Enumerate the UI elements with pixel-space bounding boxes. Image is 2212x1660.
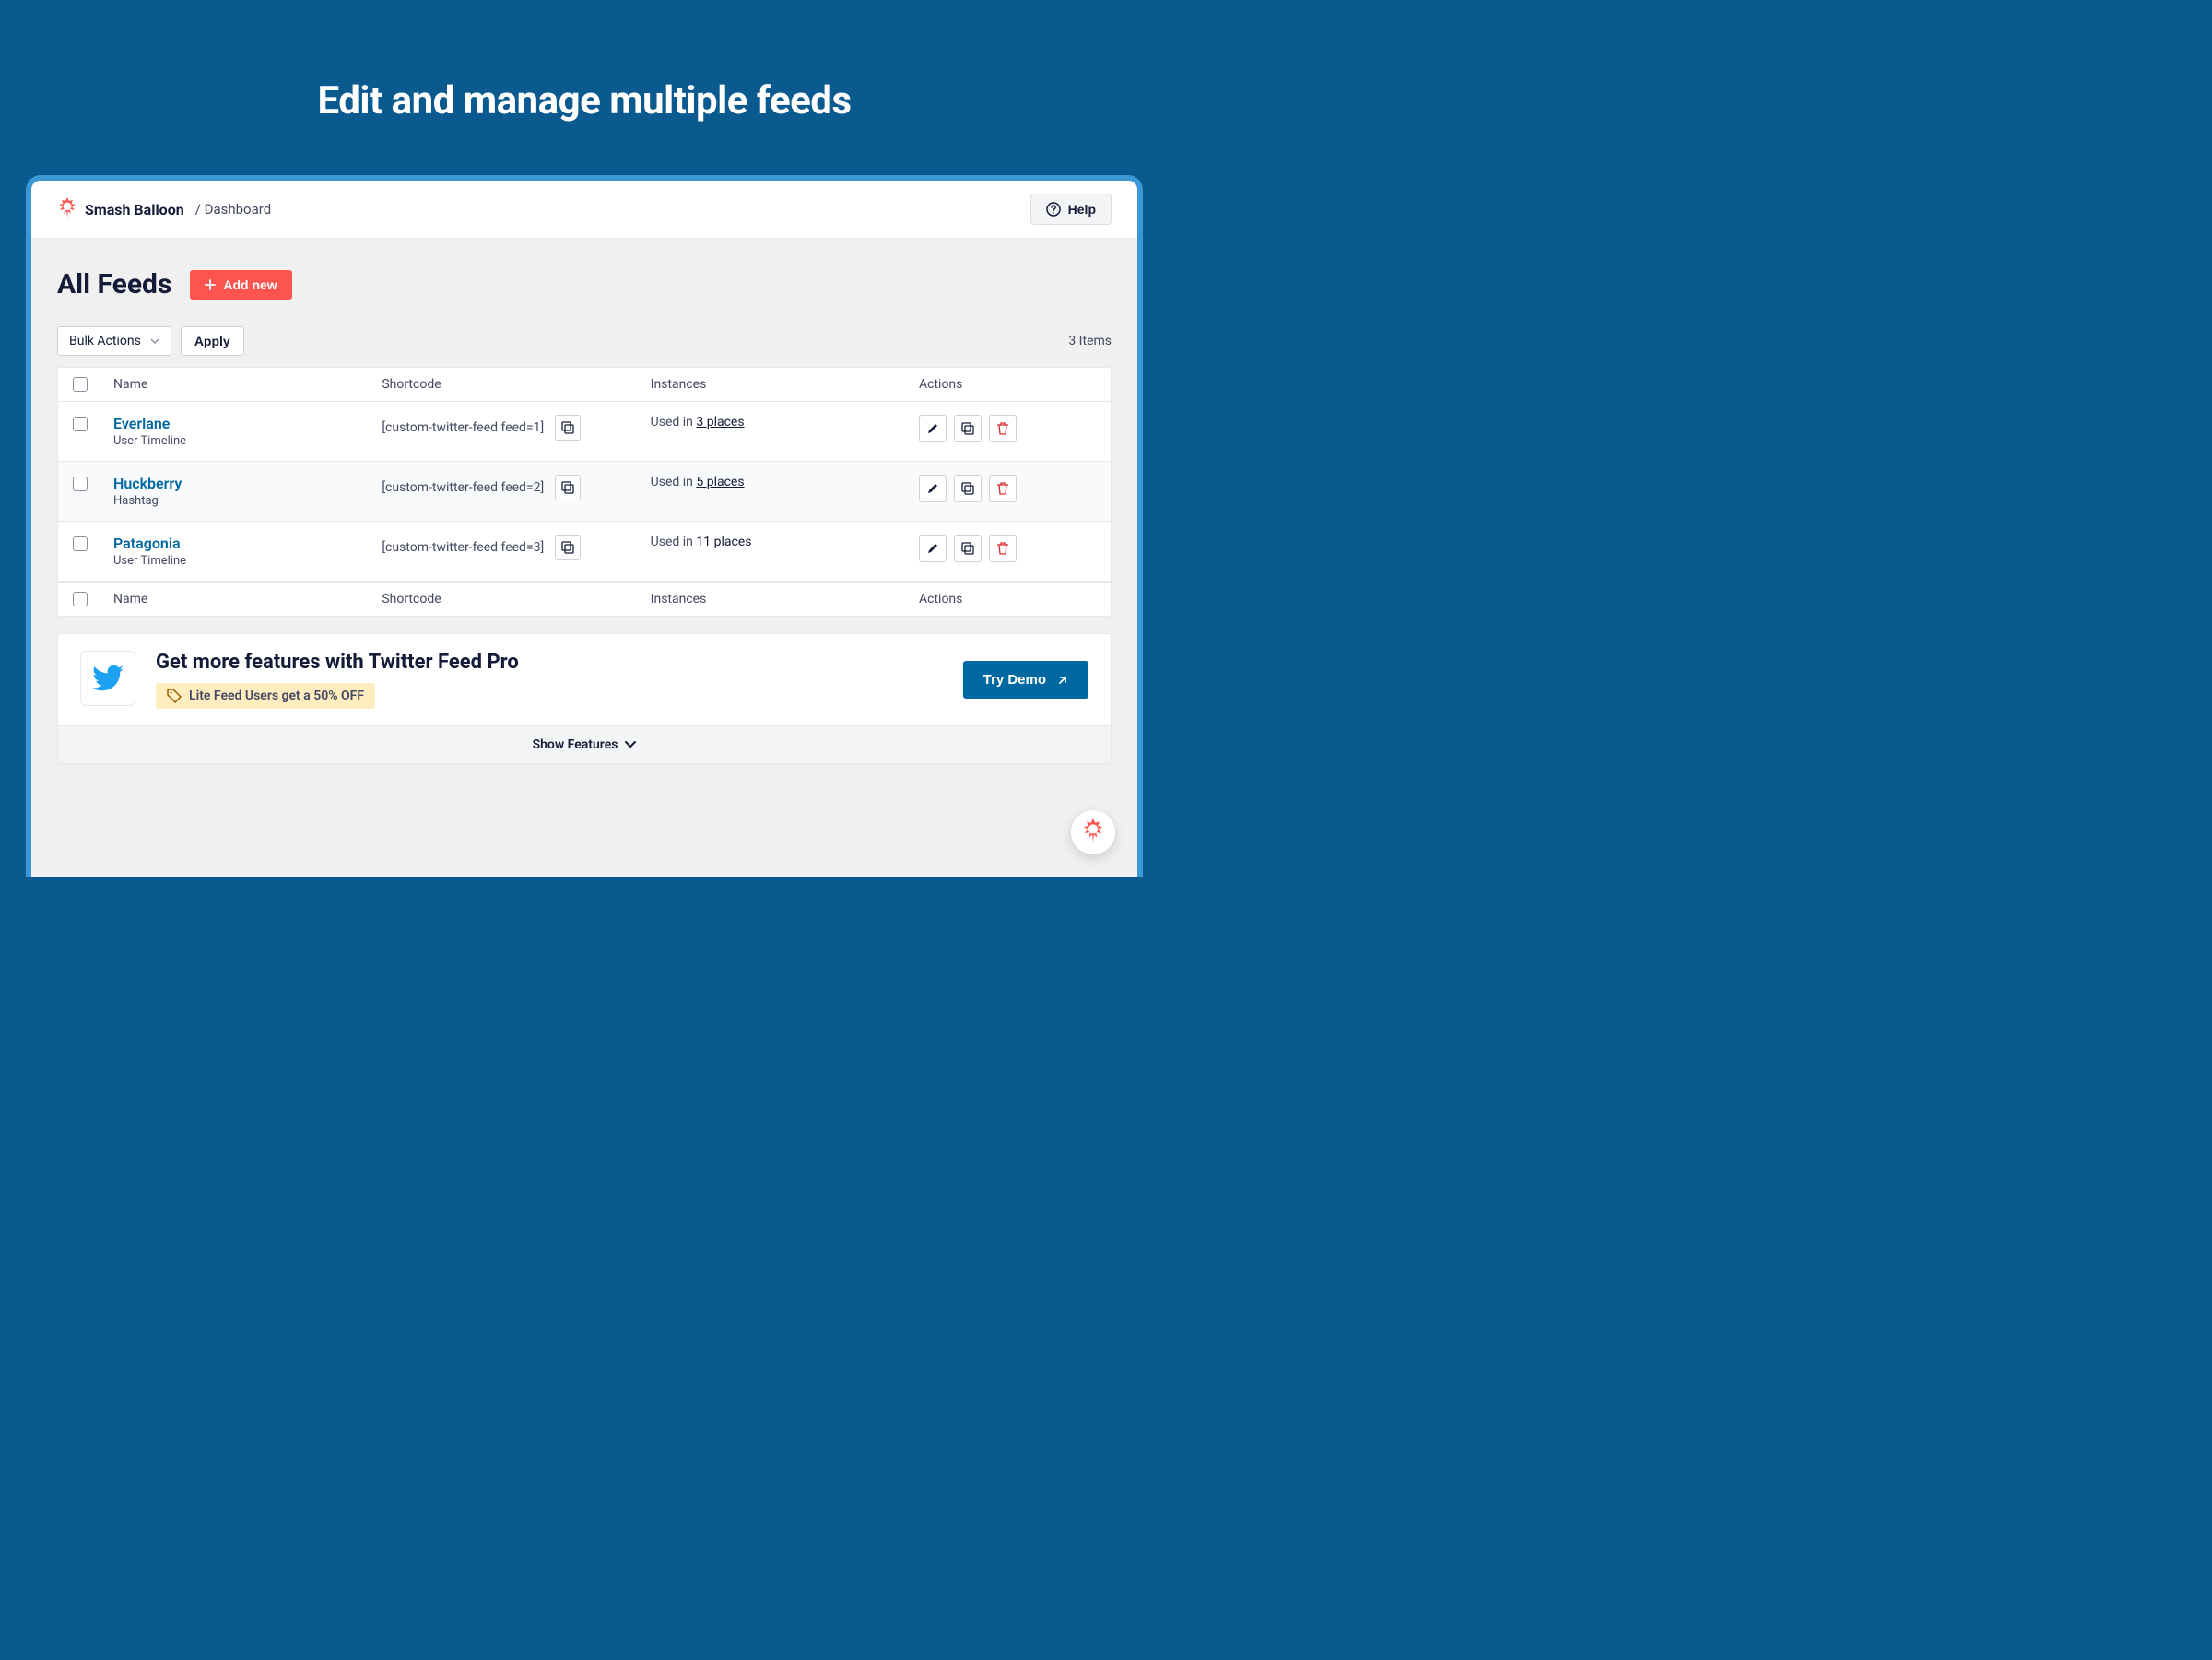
copy-shortcode-button[interactable] [555, 475, 581, 500]
pencil-icon [926, 542, 939, 555]
shortcode-text: [custom-twitter-feed feed=3] [382, 540, 544, 555]
feed-type: Hashtag [113, 494, 159, 508]
table-footer: Name Shortcode Instances Actions [58, 582, 1111, 616]
arrow-up-right-icon [1057, 675, 1068, 686]
feed-type: User Timeline [113, 554, 186, 568]
promo-card: Get more features with Twitter Feed Pro … [57, 633, 1112, 764]
duplicate-button[interactable] [954, 475, 982, 502]
breadcrumb: / Dashboard [195, 201, 271, 218]
select-all-checkbox[interactable] [73, 377, 88, 392]
copy-icon [561, 481, 574, 494]
trash-icon [996, 422, 1009, 435]
feeds-table: Name Shortcode Instances Actions Everlan… [57, 367, 1112, 617]
instances-link[interactable]: 11 places [696, 535, 751, 549]
bulk-actions-label: Bulk Actions [69, 334, 141, 348]
edit-button[interactable] [919, 535, 947, 562]
page-title-row: All Feeds Add new [57, 268, 1112, 300]
delete-button[interactable] [989, 415, 1017, 442]
edit-button[interactable] [919, 475, 947, 502]
help-label: Help [1068, 202, 1096, 217]
duplicate-button[interactable] [954, 415, 982, 442]
col-name-footer: Name [102, 592, 371, 606]
add-new-label: Add new [223, 277, 276, 292]
add-new-button[interactable]: Add new [190, 270, 291, 300]
pencil-icon [926, 422, 939, 435]
page-title: All Feeds [57, 268, 171, 300]
row-checkbox[interactable] [73, 536, 88, 551]
try-demo-label: Try Demo [983, 672, 1046, 688]
col-name: Name [102, 377, 371, 392]
delete-button[interactable] [989, 535, 1017, 562]
controls-row: Bulk Actions Apply 3 Items [57, 326, 1112, 356]
trash-icon [996, 482, 1009, 495]
instances-link[interactable]: 5 places [696, 475, 744, 489]
col-instances-footer: Instances [640, 592, 908, 606]
row-checkbox[interactable] [73, 417, 88, 431]
app-header: Smash Balloon / Dashboard Help [31, 181, 1137, 239]
try-demo-button[interactable]: Try Demo [963, 661, 1088, 699]
copy-shortcode-button[interactable] [555, 535, 581, 560]
col-shortcode-footer: Shortcode [371, 592, 639, 606]
promo-badge-text: Lite Feed Users get a 50% OFF [189, 689, 364, 703]
promo-main: Get more features with Twitter Feed Pro … [58, 634, 1111, 725]
content-area: All Feeds Add new Bulk Actions [31, 239, 1137, 783]
col-instances: Instances [640, 377, 908, 392]
plus-icon [205, 279, 216, 290]
hero-title: Edit and manage multiple feeds [0, 0, 1169, 124]
promo-left: Get more features with Twitter Feed Pro … [80, 651, 519, 709]
instances-text: Used in 3 places [651, 415, 745, 430]
row-checkbox[interactable] [73, 477, 88, 491]
col-shortcode: Shortcode [371, 377, 639, 392]
tag-icon [167, 689, 182, 703]
help-icon [1046, 202, 1061, 217]
help-button[interactable]: Help [1030, 194, 1112, 225]
bulk-actions-select[interactable]: Bulk Actions [57, 326, 171, 356]
items-count: 3 Items [1068, 334, 1112, 348]
copy-shortcode-button[interactable] [555, 415, 581, 441]
instances-text: Used in 5 places [651, 475, 745, 489]
instances-text: Used in 11 places [651, 535, 752, 549]
brand-logo-icon [57, 199, 77, 219]
shortcode-text: [custom-twitter-feed feed=2] [382, 480, 544, 495]
pencil-icon [926, 482, 939, 495]
select-all-checkbox-footer[interactable] [73, 592, 88, 606]
twitter-icon [80, 651, 135, 706]
copy-icon [961, 482, 974, 495]
delete-button[interactable] [989, 475, 1017, 502]
apply-button[interactable]: Apply [181, 326, 244, 356]
feed-name-link[interactable]: Patagonia [113, 535, 181, 552]
edit-button[interactable] [919, 415, 947, 442]
chevron-down-icon [625, 741, 636, 748]
table-row: Patagonia User Timeline [custom-twitter-fe… [58, 522, 1111, 582]
feed-name-link[interactable]: Huckberry [113, 475, 182, 492]
feed-type: User Timeline [113, 434, 186, 448]
help-fab[interactable] [1071, 810, 1115, 854]
show-features-toggle[interactable]: Show Features [58, 725, 1111, 763]
brand: Smash Balloon / Dashboard [57, 199, 271, 219]
table-row: Everlane User Timeline [custom-twitter-fee… [58, 402, 1111, 462]
table-row: Huckberry Hashtag [custom-twitter-feed fee… [58, 462, 1111, 522]
copy-icon [561, 421, 574, 434]
copy-icon [561, 541, 574, 554]
controls-left: Bulk Actions Apply [57, 326, 244, 356]
copy-icon [961, 422, 974, 435]
promo-text: Get more features with Twitter Feed Pro … [156, 651, 519, 709]
show-features-label: Show Features [533, 737, 618, 752]
feed-name-link[interactable]: Everlane [113, 415, 170, 432]
col-actions-footer: Actions [908, 592, 1111, 606]
shortcode-text: [custom-twitter-feed feed=1] [382, 420, 544, 435]
promo-badge: Lite Feed Users get a 50% OFF [156, 683, 375, 709]
table-header: Name Shortcode Instances Actions [58, 368, 1111, 402]
duplicate-button[interactable] [954, 535, 982, 562]
chevron-down-icon [150, 338, 159, 344]
promo-title: Get more features with Twitter Feed Pro [156, 651, 519, 674]
app-frame: Smash Balloon / Dashboard Help All Feeds… [26, 175, 1143, 877]
trash-icon [996, 542, 1009, 555]
brand-name: Smash Balloon [85, 201, 184, 218]
col-actions: Actions [908, 377, 1111, 392]
instances-link[interactable]: 3 places [696, 415, 744, 430]
copy-icon [961, 542, 974, 555]
